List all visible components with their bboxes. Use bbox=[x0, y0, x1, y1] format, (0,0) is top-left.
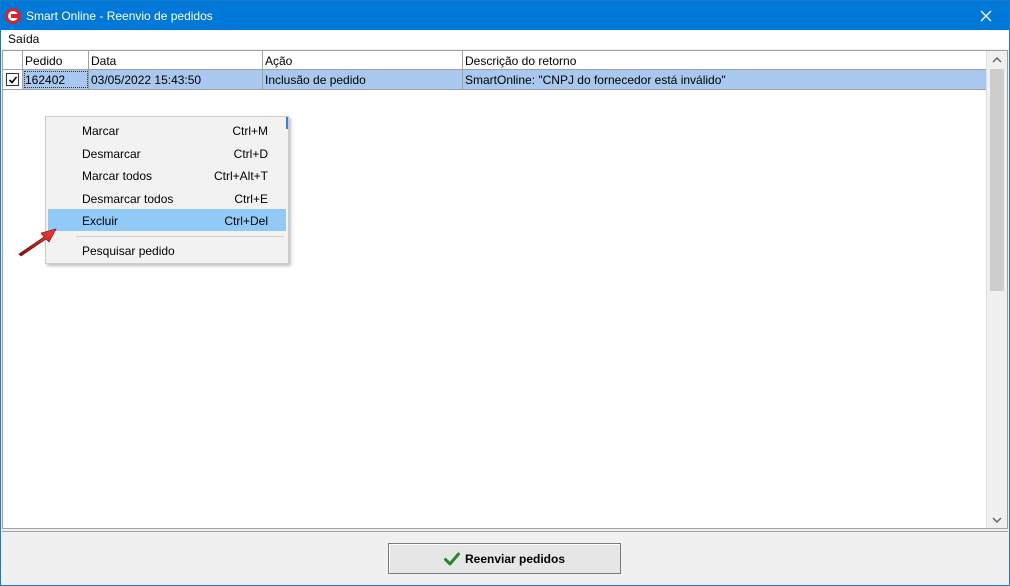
context-menu: Marcar Ctrl+M Desmarcar Ctrl+D Marcar to… bbox=[45, 116, 289, 264]
cell-acao[interactable]: Inclusão de pedido bbox=[263, 70, 463, 89]
menu-bar: Saída bbox=[1, 30, 1009, 49]
window-title: Smart Online - Reenvio de pedidos bbox=[26, 9, 213, 23]
red-pointer-arrow-icon bbox=[18, 228, 57, 257]
row-checkbox-cell[interactable] bbox=[3, 70, 23, 89]
menu-separator bbox=[76, 236, 284, 237]
column-header-descricao[interactable]: Descrição do retorno bbox=[463, 51, 987, 70]
column-header-pedido[interactable]: Pedido bbox=[23, 51, 89, 70]
cell-data[interactable]: 03/05/2022 15:43:50 bbox=[89, 70, 263, 89]
menu-item-label: Desmarcar bbox=[82, 147, 141, 161]
menu-item-shortcut: Ctrl+Alt+T bbox=[213, 169, 268, 183]
close-icon bbox=[980, 10, 992, 21]
header-check-column bbox=[3, 51, 23, 70]
app-logo-icon bbox=[5, 8, 21, 24]
chevron-down-icon bbox=[992, 517, 1002, 523]
grid-header: Pedido Data Ação Descrição do retorno bbox=[3, 51, 987, 70]
menu-item-label: Excluir bbox=[82, 214, 119, 228]
menu-item-pesquisar-pedido[interactable]: Pesquisar pedido bbox=[48, 239, 286, 261]
menu-saida[interactable]: Saída bbox=[8, 32, 39, 46]
menu-item-label: Marcar todos bbox=[82, 169, 153, 183]
chevron-up-icon bbox=[992, 56, 1002, 62]
context-menu-edge bbox=[286, 117, 288, 129]
menu-item-marcar[interactable]: Marcar Ctrl+M bbox=[48, 119, 286, 141]
menu-item-shortcut: Ctrl+E bbox=[234, 192, 268, 206]
column-header-acao[interactable]: Ação bbox=[263, 51, 463, 70]
scroll-down-button[interactable] bbox=[987, 511, 1007, 528]
resend-orders-label: Reenviar pedidos bbox=[464, 551, 566, 566]
menu-item-shortcut: Ctrl+M bbox=[232, 124, 268, 138]
close-button[interactable] bbox=[963, 1, 1009, 30]
resend-orders-button[interactable]: Reenviar pedidos bbox=[388, 543, 621, 574]
scroll-up-button[interactable] bbox=[987, 51, 1007, 68]
menu-item-label: Marcar bbox=[82, 124, 120, 138]
menu-item-desmarcar[interactable]: Desmarcar Ctrl+D bbox=[48, 142, 286, 164]
menu-item-shortcut: Ctrl+D bbox=[233, 147, 268, 161]
table-row[interactable]: 162402 03/05/2022 15:43:50 Inclusão de p… bbox=[3, 70, 987, 90]
vertical-scrollbar[interactable] bbox=[986, 51, 1007, 528]
column-header-data[interactable]: Data bbox=[89, 51, 263, 70]
menu-item-shortcut: Ctrl+Del bbox=[224, 214, 268, 228]
menu-item-label: Pesquisar pedido bbox=[82, 244, 175, 258]
checkmark-icon bbox=[8, 75, 17, 84]
green-checkmark-icon bbox=[443, 552, 460, 565]
app-window: Smart Online - Reenvio de pedidos Saída … bbox=[0, 0, 1010, 586]
menu-item-desmarcar-todos[interactable]: Desmarcar todos Ctrl+E bbox=[48, 187, 286, 209]
row-checkbox[interactable] bbox=[6, 73, 19, 86]
title-bar[interactable]: Smart Online - Reenvio de pedidos bbox=[1, 1, 1009, 30]
menu-item-marcar-todos[interactable]: Marcar todos Ctrl+Alt+T bbox=[48, 164, 286, 186]
footer-panel: Reenviar pedidos bbox=[2, 531, 1008, 585]
scroll-thumb[interactable] bbox=[990, 69, 1004, 291]
menu-item-excluir[interactable]: Excluir Ctrl+Del bbox=[48, 209, 286, 231]
cell-pedido[interactable]: 162402 bbox=[23, 70, 89, 89]
menu-item-label: Desmarcar todos bbox=[82, 192, 174, 206]
cell-descricao[interactable]: SmartOnline: "CNPJ do fornecedor está in… bbox=[463, 70, 987, 89]
